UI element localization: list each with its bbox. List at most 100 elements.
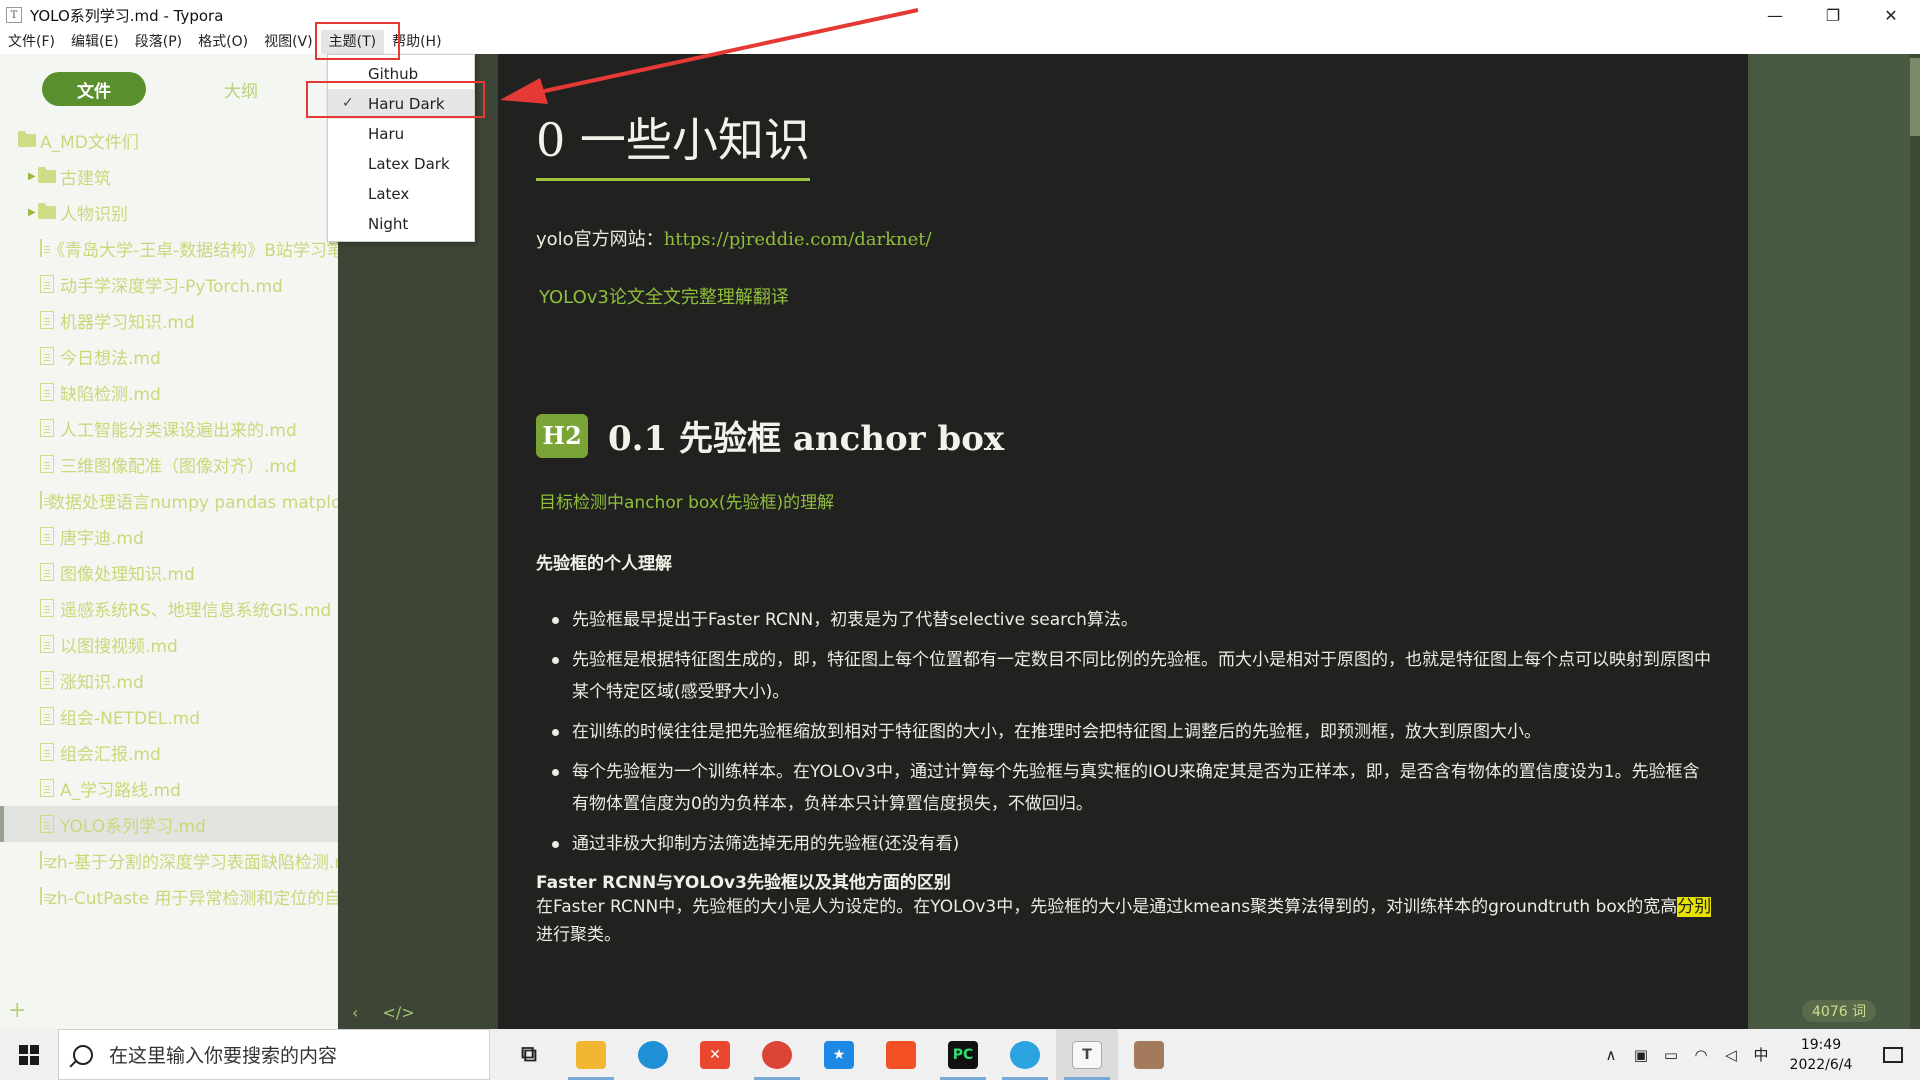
ime-indicator[interactable]: 中 <box>1746 1044 1776 1065</box>
file-item[interactable]: 今日想法.md <box>0 338 338 374</box>
system-tray: ∧ ▣ ▭ ◠ ◁ 中 19:49 2022/6/4 <box>1596 1029 1920 1080</box>
folder-root[interactable]: A_MD文件们 <box>0 122 338 158</box>
file-tree: A_MD文件们 ▶ 古建筑 ▶ 人物识别 《青岛大学-王卓-数据结构》B站学习笔… <box>0 122 338 914</box>
file-item[interactable]: zh-CutPaste 用于异常检测和定位的自监督学习.md <box>0 878 338 914</box>
edge-browser-icon <box>638 1040 668 1069</box>
taskbar-search-input[interactable]: 在这里输入你要搜索的内容 <box>58 1029 490 1080</box>
file-item[interactable]: 唐宇迪.md <box>0 518 338 554</box>
file-explorer-icon <box>576 1040 606 1069</box>
document-icon <box>40 347 54 365</box>
file-item[interactable]: 三维图像配准（图像对齐）.md <box>0 446 338 482</box>
menu-format[interactable]: 格式(O) <box>190 30 256 54</box>
taskbar-explorer[interactable] <box>560 1029 622 1080</box>
window-title: YOLO系列学习.md - Typora <box>30 6 224 25</box>
file-item[interactable]: 以图搜视频.md <box>0 626 338 662</box>
heading-2-row: H2 0.1 先验框 anchor box <box>536 411 1716 460</box>
theme-option-latex[interactable]: Latex <box>328 179 474 209</box>
theme-option-night[interactable]: Night <box>328 209 474 239</box>
file-item[interactable]: 遥感系统RS、地理信息系统GIS.md <box>0 590 338 626</box>
editor-document[interactable]: 0 一些小知识 yolo官方网站：https://pjreddie.com/da… <box>498 54 1748 1029</box>
restore-button[interactable]: ❐ <box>1804 0 1862 30</box>
yolov3-paper-link[interactable]: YOLOv3论文全文完整理解翻译 <box>536 283 1716 309</box>
theme-option-haru[interactable]: Haru <box>328 119 474 149</box>
word-count-badge[interactable]: 4076 词 <box>1802 1000 1877 1022</box>
taskbar-edge[interactable] <box>622 1029 684 1080</box>
chevron-up-icon[interactable]: ∧ <box>1596 1046 1626 1064</box>
notification-button[interactable] <box>1866 1029 1920 1080</box>
task-view-icon: ⧉ <box>521 1042 537 1067</box>
editor-footer: ‹ </> <box>338 998 498 1026</box>
taskbar-chrome[interactable] <box>746 1029 808 1080</box>
network-device-icon[interactable]: ▣ <box>1626 1046 1656 1064</box>
close-button[interactable]: ✕ <box>1862 0 1920 30</box>
taskbar-photo-app[interactable] <box>1118 1029 1180 1080</box>
expand-triangle-icon[interactable]: ▶ <box>28 171 38 182</box>
file-item-selected[interactable]: YOLO系列学习.md <box>0 806 338 842</box>
volume-icon[interactable]: ◁ <box>1716 1046 1746 1064</box>
document-icon <box>40 779 54 797</box>
tab-files[interactable]: 文件 <box>42 72 146 106</box>
theme-option-label: Latex <box>368 185 410 203</box>
document-icon <box>40 383 54 401</box>
file-item[interactable]: zh-基于分割的深度学习表面缺陷检测.md <box>0 842 338 878</box>
file-item[interactable]: 组会-NETDEL.md <box>0 698 338 734</box>
file-item[interactable]: 数据处理语言numpy pandas matplotlib.md <box>0 482 338 518</box>
folder-label: A_MD文件们 <box>40 132 139 153</box>
folder-label: 人物识别 <box>60 204 128 225</box>
task-view-button[interactable]: ⧉ <box>498 1029 560 1080</box>
link-label: yolo官方网站： <box>536 229 664 250</box>
file-item[interactable]: 动手学深度学习-PyTorch.md <box>0 266 338 302</box>
heading-2[interactable]: 0.1 先验框 anchor box <box>608 411 1004 460</box>
file-item[interactable]: 组会汇报.md <box>0 734 338 770</box>
editor-scrollbar[interactable] <box>1910 54 1920 1029</box>
folder-item[interactable]: ▶ 人物识别 <box>0 194 338 230</box>
taskbar-search-app[interactable] <box>994 1029 1056 1080</box>
menu-paragraph[interactable]: 段落(P) <box>127 30 190 54</box>
menu-edit[interactable]: 编辑(E) <box>63 30 127 54</box>
anchor-box-link[interactable]: 目标检测中anchor box(先验框)的理解 <box>536 488 1716 513</box>
file-item[interactable]: 机器学习知识.md <box>0 302 338 338</box>
title-bar: T YOLO系列学习.md - Typora — ❐ ✕ <box>0 0 1920 30</box>
start-button[interactable] <box>0 1029 58 1080</box>
source-code-mode-icon[interactable]: </> <box>382 1003 414 1022</box>
microsoft-store-icon <box>886 1040 916 1069</box>
file-item[interactable]: A_学习路线.md <box>0 770 338 806</box>
file-item[interactable]: 《青岛大学-王卓-数据结构》B站学习笔记.md <box>0 230 338 266</box>
h2-badge: H2 <box>536 413 588 458</box>
list-item: 每个先验框为一个训练样本。在YOLOv3中，通过计算每个先验框与真实框的IOU来… <box>552 756 1716 820</box>
file-label: 三维图像配准（图像对齐）.md <box>60 456 297 477</box>
file-item[interactable]: 人工智能分类课设遍出来的.md <box>0 410 338 446</box>
taskbar-pycharm[interactable]: PC <box>932 1029 994 1080</box>
document-icon <box>40 563 54 581</box>
clock[interactable]: 19:49 2022/6/4 <box>1776 1035 1866 1075</box>
file-item[interactable]: 涨知识.md <box>0 662 338 698</box>
document-icon <box>40 815 54 833</box>
expand-triangle-icon[interactable]: ▶ <box>28 207 38 218</box>
folder-icon <box>38 166 56 183</box>
toggle-sidebar-icon[interactable]: ‹ <box>352 1003 358 1022</box>
add-file-button[interactable]: + <box>8 998 26 1023</box>
wifi-icon[interactable]: ◠ <box>1686 1046 1716 1064</box>
taskbar-app-star[interactable]: ★ <box>808 1029 870 1080</box>
file-item[interactable]: 缺陷检测.md <box>0 374 338 410</box>
taskbar-typora[interactable]: T <box>1056 1029 1118 1080</box>
file-sidebar: 文件 大纲 A_MD文件们 ▶ 古建筑 ▶ 人物识别 《青岛大学-王卓-数据结构… <box>0 54 338 1029</box>
taskbar-xmind[interactable]: ✕ <box>684 1029 746 1080</box>
tab-outline[interactable]: 大纲 <box>206 72 276 106</box>
highlighted-text: 分别 <box>1677 897 1712 917</box>
theme-option-latex-dark[interactable]: Latex Dark <box>328 149 474 179</box>
battery-icon[interactable]: ▭ <box>1656 1046 1686 1064</box>
file-item[interactable]: 图像处理知识.md <box>0 554 338 590</box>
windows-logo-icon <box>19 1044 39 1065</box>
comparison-text: 在Faster RCNN中，先验框的大小是人为设定的。在YOLOv3中，先验框的… <box>536 897 1678 917</box>
scrollbar-thumb[interactable] <box>1910 58 1920 136</box>
menu-view[interactable]: 视图(V) <box>256 30 321 54</box>
file-label: 图像处理知识.md <box>60 564 195 585</box>
minimize-button[interactable]: — <box>1746 0 1804 30</box>
menu-file[interactable]: 文件(F) <box>0 30 63 54</box>
darknet-link[interactable]: https://pjreddie.com/darknet/ <box>664 229 932 250</box>
comparison-text-end: 进行聚类。 <box>536 925 621 945</box>
heading-1[interactable]: 0 一些小知识 <box>536 104 810 181</box>
taskbar-store[interactable] <box>870 1029 932 1080</box>
folder-item[interactable]: ▶ 古建筑 <box>0 158 338 194</box>
